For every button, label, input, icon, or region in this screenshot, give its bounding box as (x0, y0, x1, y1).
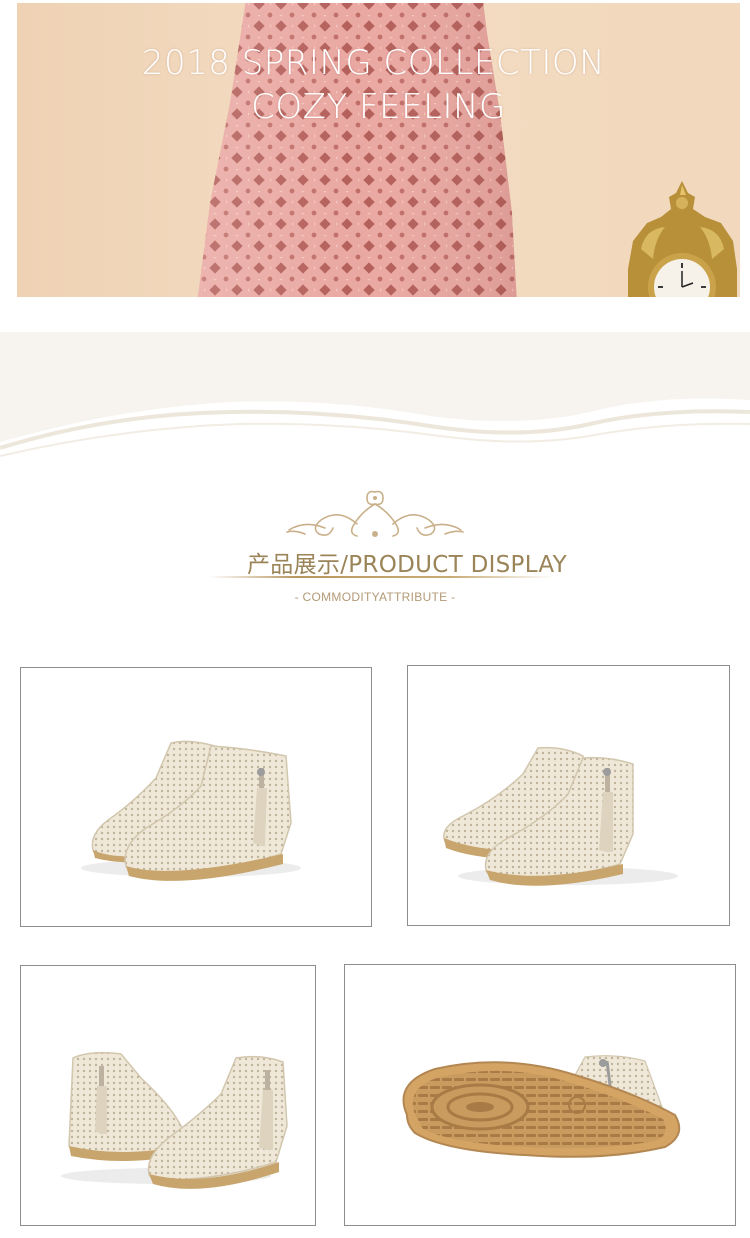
section-title: 产品展示/PRODUCT DISPLAY (247, 552, 567, 578)
hero-banner: 2018 SPRING COLLECTION COZY FEELING (17, 3, 740, 297)
ankle-boot-pair-image-2 (443, 746, 678, 886)
decorative-wave-band (0, 332, 750, 462)
heading-underline (209, 576, 554, 578)
hero-subtitle: COZY FEELING (251, 87, 506, 127)
ankle-boot-pair-image (81, 740, 301, 881)
product-photo-2 (407, 665, 730, 926)
antique-clock-image (628, 181, 737, 297)
section-heading: 产品展示/PRODUCT DISPLAY (195, 542, 570, 582)
product-photo-4 (344, 964, 736, 1226)
section-subtitle: - COMMODITYATTRIBUTE - (294, 590, 456, 604)
ankle-boot-side-image (61, 1051, 288, 1189)
boot-sole-image (402, 1055, 681, 1158)
hero-title: 2018 SPRING COLLECTION (141, 43, 606, 83)
product-photo-3 (20, 965, 316, 1226)
scroll-ornament-icon (286, 490, 464, 537)
product-photo-1 (20, 667, 372, 927)
